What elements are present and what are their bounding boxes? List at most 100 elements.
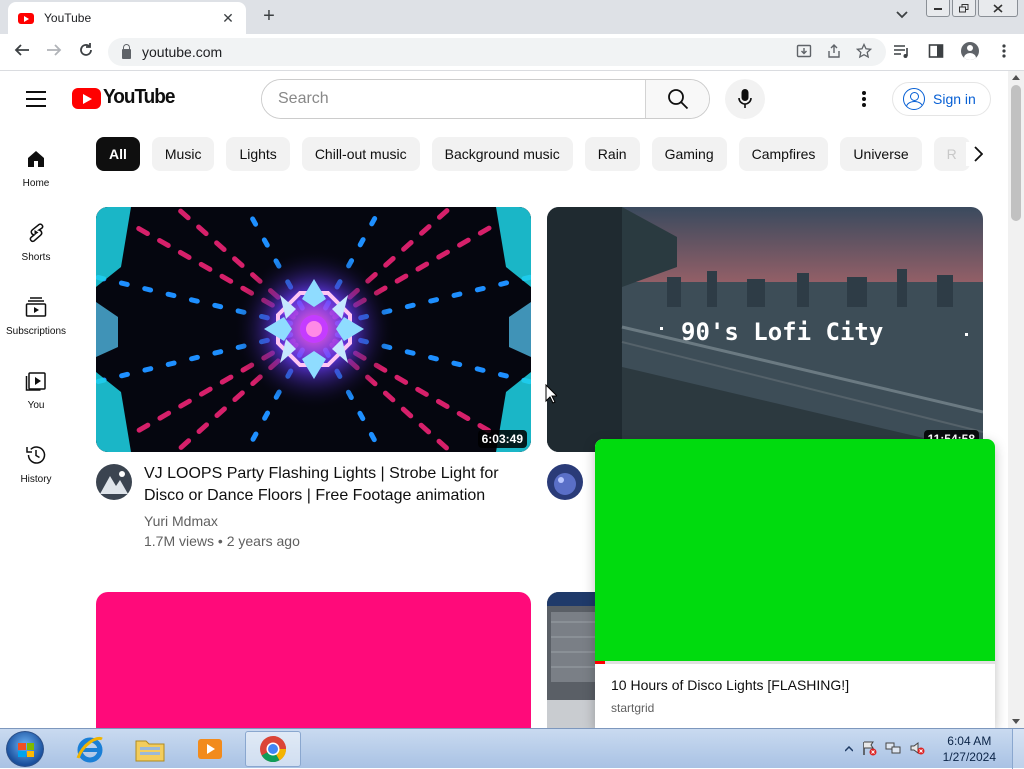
guide-label-shorts: Shorts (21, 252, 51, 263)
chip-partial[interactable]: R (933, 137, 970, 171)
video-thumbnail-lofi-city[interactable]: 90's Lofi City 11:54:58 (547, 207, 983, 452)
guide-label-history: History (20, 474, 52, 485)
clock-time: 6:04 AM (947, 734, 992, 748)
video-title-vj-loops[interactable]: VJ LOOPS Party Flashing Lights | Strobe … (144, 463, 524, 507)
chip-music[interactable]: Music (151, 137, 215, 171)
miniplayer-channel[interactable]: startgrid (611, 701, 654, 715)
guide-item-subscriptions[interactable]: Subscriptions (0, 275, 72, 349)
guide-item-home[interactable]: Home (0, 127, 72, 201)
show-hidden-icons-icon[interactable] (844, 743, 854, 755)
taskbar-file-explorer[interactable] (122, 731, 178, 767)
windows-logo-icon (18, 743, 34, 757)
media-control-icon[interactable] (892, 41, 912, 61)
miniplayer-video[interactable] (595, 439, 995, 661)
chrome-icon (260, 736, 287, 763)
toolbar-actions (892, 41, 1014, 61)
search-input[interactable] (262, 80, 645, 118)
profile-icon[interactable] (960, 41, 980, 61)
channel-avatar-lofi[interactable] (547, 464, 583, 500)
back-button[interactable] (11, 42, 33, 63)
shorts-icon (24, 221, 48, 245)
guide-item-you[interactable]: You (0, 349, 72, 423)
side-panel-icon[interactable] (926, 41, 946, 61)
guide-item-shorts[interactable]: Shorts (0, 201, 72, 275)
chip-chill-out-music[interactable]: Chill-out music (301, 137, 420, 171)
guide-item-history[interactable]: History (0, 423, 72, 497)
chip-rain[interactable]: Rain (584, 137, 640, 171)
channel-avatar-yuri-mdmax[interactable] (96, 464, 132, 500)
action-center-flag-icon[interactable] (861, 740, 877, 759)
home-icon (24, 147, 48, 171)
kaleidoscope-thumbnail-art (96, 207, 531, 452)
video-title-line-2: Disco or Dance Floors | Free Footage ani… (144, 487, 486, 504)
share-icon[interactable] (826, 43, 842, 62)
network-icon[interactable] (885, 740, 901, 759)
miniplayer: 10 Hours of Disco Lights [FLASHING!] sta… (595, 439, 995, 728)
scroll-down-arrow-icon[interactable] (1012, 719, 1020, 724)
windows-taskbar: 6:04 AM 1/27/2024 (0, 728, 1024, 769)
lofi-city-thumbnail-art: 90's Lofi City (547, 207, 983, 452)
mouse-cursor-icon (545, 384, 557, 404)
settings-menu-icon[interactable] (854, 89, 874, 109)
url-text[interactable]: youtube.com (142, 44, 796, 60)
reload-button[interactable] (75, 42, 97, 63)
miniplayer-progress-bar[interactable] (595, 661, 995, 664)
guide-menu-icon[interactable] (26, 91, 46, 107)
volume-muted-icon[interactable] (909, 740, 925, 759)
video-duration-badge: 6:03:49 (477, 430, 527, 448)
address-bar[interactable]: youtube.com (108, 38, 886, 66)
browser-tab-youtube[interactable]: YouTube ✕ (8, 2, 246, 34)
minimize-button[interactable] (926, 0, 950, 17)
video-metadata: 1.7M views • 2 years ago (144, 533, 300, 549)
install-app-icon[interactable] (796, 43, 812, 62)
scrollbar-thumb[interactable] (1011, 85, 1021, 221)
chip-gaming[interactable]: Gaming (651, 137, 727, 171)
bookmark-star-icon[interactable] (855, 42, 873, 62)
tab-close-icon[interactable]: ✕ (220, 10, 236, 27)
browser-tab-strip: YouTube ✕ + (0, 0, 1024, 34)
chip-background-music[interactable]: Background music (431, 137, 573, 171)
search-button[interactable] (645, 80, 709, 118)
chip-all[interactable]: All (96, 137, 140, 171)
browser-toolbar: youtube.com (0, 34, 1024, 71)
taskbar-media-player[interactable] (182, 731, 238, 767)
tab-title: YouTube (44, 11, 92, 25)
chip-campfires[interactable]: Campfires (738, 137, 829, 171)
restore-button[interactable] (952, 0, 976, 17)
video-thumbnail-pink[interactable] (96, 592, 531, 742)
youtube-favicon-icon (18, 12, 34, 24)
media-player-icon (198, 739, 222, 759)
chip-universe[interactable]: Universe (840, 137, 922, 171)
lock-icon[interactable] (122, 44, 131, 59)
start-button[interactable] (6, 731, 44, 767)
close-window-button[interactable] (978, 0, 1018, 17)
folder-icon (135, 740, 165, 762)
system-tray: 6:04 AM 1/27/2024 (844, 729, 1024, 769)
chrome-menu-icon[interactable] (994, 41, 1014, 61)
voice-search-button[interactable] (725, 79, 765, 119)
youtube-wordmark: YouTube (103, 86, 175, 109)
sign-in-button[interactable]: Sign in (892, 82, 991, 116)
window-controls (926, 0, 1018, 17)
scroll-up-arrow-icon[interactable] (1012, 75, 1020, 80)
youtube-logo[interactable]: YouTube (72, 86, 175, 109)
history-icon (24, 443, 48, 467)
chips-next-chevron-icon[interactable] (966, 142, 990, 166)
taskbar-internet-explorer[interactable] (62, 731, 118, 767)
page-scrollbar[interactable] (1008, 71, 1024, 728)
youtube-masthead: YouTube Sign in (0, 71, 1008, 127)
chip-lights[interactable]: Lights (226, 137, 290, 171)
show-desktop-button[interactable] (1012, 729, 1024, 769)
guide-label-home: Home (22, 178, 50, 189)
you-icon (24, 369, 48, 393)
miniplayer-title[interactable]: 10 Hours of Disco Lights [FLASHING!] (611, 677, 849, 693)
forward-button[interactable] (43, 42, 65, 63)
taskbar-clock[interactable]: 6:04 AM 1/27/2024 (943, 733, 996, 765)
clock-date: 1/27/2024 (942, 750, 996, 764)
new-tab-button[interactable]: + (258, 6, 280, 26)
video-channel-name[interactable]: Yuri Mdmax (144, 513, 218, 529)
tab-search-chevron-icon[interactable] (896, 8, 908, 22)
video-thumbnail-vj-loops[interactable]: 6:03:49 (96, 207, 531, 452)
taskbar-chrome[interactable] (245, 731, 301, 767)
search-box (261, 79, 710, 119)
